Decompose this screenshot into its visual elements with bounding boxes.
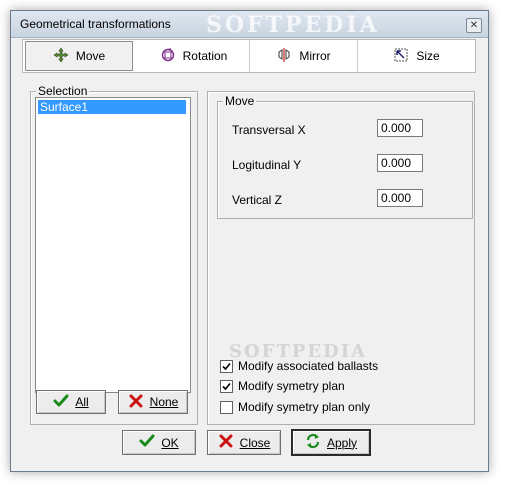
close-window-button[interactable]: ✕ — [466, 18, 482, 33]
size-icon — [393, 47, 409, 66]
vertical-z-label: Vertical Z — [232, 193, 283, 207]
selection-legend: Selection — [36, 84, 90, 98]
move-icon — [53, 46, 69, 66]
modify-symetry-label: Modify symetry plan — [238, 379, 345, 393]
select-all-button[interactable]: All — [36, 390, 106, 414]
apply-label: Apply — [326, 435, 358, 450]
select-all-label: All — [75, 395, 89, 409]
tab-mirror[interactable]: Mirror — [250, 40, 358, 72]
modify-ballasts-label: Modify associated ballasts — [238, 359, 379, 373]
tab-size[interactable]: Size — [358, 40, 475, 72]
modify-ballasts-checkbox[interactable]: Modify associated ballasts — [220, 359, 378, 373]
modify-symetry-checkbox[interactable]: Modify symetry plan — [220, 379, 345, 393]
checkbox-box[interactable] — [220, 359, 233, 373]
tab-move-label: Move — [75, 49, 106, 63]
tab-mirror-label: Mirror — [299, 49, 331, 63]
close-label: Close — [239, 435, 271, 450]
select-none-button[interactable]: None — [118, 390, 188, 414]
cross-icon — [218, 433, 234, 452]
modify-symetry-only-label: Modify symetry plan only — [238, 400, 371, 414]
transversal-x-input[interactable] — [377, 119, 423, 137]
checkmark-icon — [222, 362, 231, 370]
list-item[interactable]: Surface1 — [38, 100, 186, 114]
vertical-z-input[interactable] — [377, 189, 423, 207]
rotation-icon — [160, 47, 176, 66]
tab-move[interactable]: Move — [25, 41, 133, 71]
apply-button[interactable]: Apply — [291, 429, 371, 456]
title-bar[interactable]: Geometrical transformations SOFTPEDIA ✕ — [11, 11, 488, 38]
tab-size-label: Size — [416, 49, 440, 63]
selection-listbox[interactable]: Surface1 — [35, 97, 191, 393]
close-button[interactable]: Close — [207, 430, 281, 455]
refresh-icon — [305, 433, 321, 452]
tab-bar: Move Rotation Mirror Size — [22, 39, 476, 73]
ok-button[interactable]: OK — [122, 430, 196, 455]
logitudinal-y-input[interactable] — [377, 154, 423, 172]
transversal-x-label: Transversal X — [232, 123, 306, 137]
cross-icon — [128, 393, 144, 412]
modify-symetry-only-checkbox[interactable]: Modify symetry plan only — [220, 400, 370, 414]
window-title: Geometrical transformations — [20, 17, 171, 31]
check-icon — [53, 393, 69, 412]
ok-label: OK — [161, 435, 179, 450]
tab-rotation[interactable]: Rotation — [138, 40, 250, 72]
watermark: SOFTPEDIA — [206, 12, 380, 38]
mirror-icon — [276, 47, 292, 66]
select-none-label: None — [149, 395, 179, 409]
logitudinal-y-label: Logitudinal Y — [232, 158, 302, 172]
move-legend: Move — [223, 94, 257, 108]
checkbox-box[interactable] — [220, 400, 233, 414]
dialog-window: Geometrical transformations SOFTPEDIA ✕ … — [10, 10, 489, 472]
check-icon — [139, 433, 155, 452]
checkbox-box[interactable] — [220, 379, 233, 393]
checkmark-icon — [222, 382, 231, 390]
tab-rotation-label: Rotation — [182, 49, 228, 63]
